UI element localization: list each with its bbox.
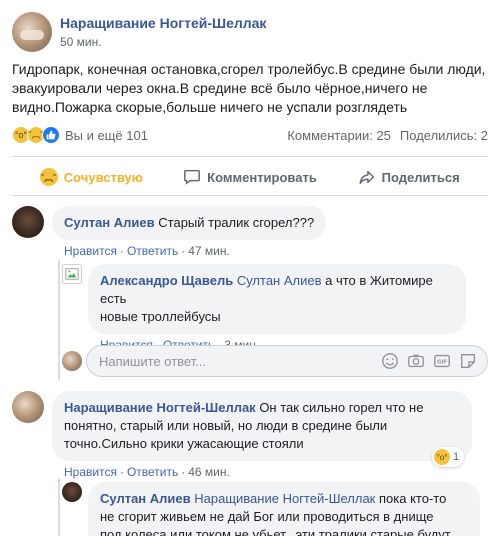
comment-author[interactable]: Султан Алиев xyxy=(100,491,191,506)
sad-reaction-icon: ˘︹˘ xyxy=(39,168,58,186)
gif-icon[interactable]: GIF xyxy=(433,352,451,370)
like-link[interactable]: Нравится xyxy=(64,465,117,479)
post-header: Наращивание Ногтей-Шеллак 50 мин. xyxy=(12,10,266,54)
sympathy-label: Сочувствую xyxy=(63,169,143,185)
comment-meta: Нравится · Ответить · 46 мин. xyxy=(64,465,230,479)
like-reaction-icon xyxy=(42,126,60,144)
svg-text:GIF: GIF xyxy=(437,360,447,366)
shares-count[interactable]: Поделились: 2 xyxy=(400,128,488,143)
comment-bubble: Наращивание Ногтей-Шеллак Он так сильно … xyxy=(52,391,472,461)
comment-bubble: Султан Алиев Старый тралик сгорел??? xyxy=(52,206,327,240)
comment-time[interactable]: 46 мин. xyxy=(188,465,230,479)
reaction-icons[interactable]: °o° ˘︹˘ xyxy=(12,126,60,144)
comment-author[interactable]: Александро Щавель xyxy=(100,273,233,288)
comment-bubble: Султан Алиев Наращивание Ногтей-Шеллак п… xyxy=(88,482,480,536)
reactions-summary: °o° ˘︹˘ Вы и ещё 101 Комментарии: 25 Под… xyxy=(12,124,488,146)
mention-link[interactable]: Наращивание Ногтей-Шеллак xyxy=(194,491,375,506)
comment-text: новые троллейбусы xyxy=(100,309,221,324)
comment-button[interactable]: Комментировать xyxy=(171,162,330,192)
post-timestamp[interactable]: 50 мин. xyxy=(60,34,266,50)
share-icon xyxy=(359,170,374,185)
broken-image-icon xyxy=(65,268,79,280)
avatar[interactable] xyxy=(62,482,82,502)
comment-text: под колеса или током не убьет...эти трал… xyxy=(100,527,451,536)
post-action-bar: ˘︹˘ Сочувствую Комментировать Поделиться xyxy=(12,162,488,192)
comment-reply: Александро Щавель Султан Алиев а что в Ж… xyxy=(62,264,466,352)
reaction-count: 1 xyxy=(453,451,460,463)
reply-link[interactable]: Ответить xyxy=(127,465,178,479)
comment-reply: Султан Алиев Наращивание Ногтей-Шеллак п… xyxy=(62,482,480,536)
comment-text: не сгорит живьем не дай Бог или проводит… xyxy=(100,509,434,524)
page-name-link[interactable]: Наращивание Ногтей-Шеллак xyxy=(60,14,266,32)
comment-author[interactable]: Султан Алиев xyxy=(64,215,155,230)
page-avatar[interactable] xyxy=(12,12,52,52)
post-text: Гидропарк, конечная остановка,сгорел тро… xyxy=(12,61,486,115)
comment-reaction-badge[interactable]: °o° 1 xyxy=(432,447,465,467)
comment: Наращивание Ногтей-Шеллак Он так сильно … xyxy=(12,391,472,479)
comment-bubble: Александро Щавель Султан Алиев а что в Ж… xyxy=(88,264,466,334)
comment: Султан Алиев Старый тралик сгорел??? Нра… xyxy=(12,206,327,258)
comment-text: точно.Сильно крики ужасающие стояли xyxy=(64,436,304,451)
camera-icon[interactable] xyxy=(407,352,425,370)
mention-link[interactable]: Султан Алиев xyxy=(237,273,322,288)
comment-time[interactable]: 47 мин. xyxy=(188,244,230,258)
share-button[interactable]: Поделиться xyxy=(329,162,488,192)
avatar[interactable] xyxy=(62,264,82,284)
share-label: Поделиться xyxy=(381,169,460,185)
avatar[interactable] xyxy=(12,206,44,238)
thread-line xyxy=(58,260,60,380)
like-link[interactable]: Нравится xyxy=(64,244,117,258)
comment-label: Комментировать xyxy=(207,169,317,185)
comments-count[interactable]: Комментарии: 25 xyxy=(287,128,391,143)
comment-meta: Нравится · Ответить · 47 мин. xyxy=(64,244,230,258)
comment-text: пока кто-то xyxy=(375,491,447,506)
comment-text: понятно, старый или новый, но люди в сре… xyxy=(64,418,388,433)
emoji-icon[interactable] xyxy=(381,352,399,370)
sticker-icon[interactable] xyxy=(459,352,477,370)
comment-text: Старый тралик сгорел??? xyxy=(158,215,315,230)
avatar xyxy=(62,351,82,371)
reply-input-placeholder: Напишите ответ... xyxy=(99,353,207,369)
comment-text: Он так сильно горел что не xyxy=(255,400,424,415)
wow-reaction-icon: °o° xyxy=(434,449,450,465)
thread-line xyxy=(58,478,60,536)
comment-icon xyxy=(184,169,201,185)
reply-link[interactable]: Ответить xyxy=(127,244,178,258)
sympathy-button[interactable]: ˘︹˘ Сочувствую xyxy=(12,162,171,192)
comment-author[interactable]: Наращивание Ногтей-Шеллак xyxy=(64,400,256,415)
divider xyxy=(12,156,488,157)
reply-input[interactable]: Напишите ответ... GIF xyxy=(86,345,488,377)
divider xyxy=(12,195,488,196)
reactions-count[interactable]: Вы и ещё 101 xyxy=(65,128,148,143)
avatar[interactable] xyxy=(12,391,44,423)
